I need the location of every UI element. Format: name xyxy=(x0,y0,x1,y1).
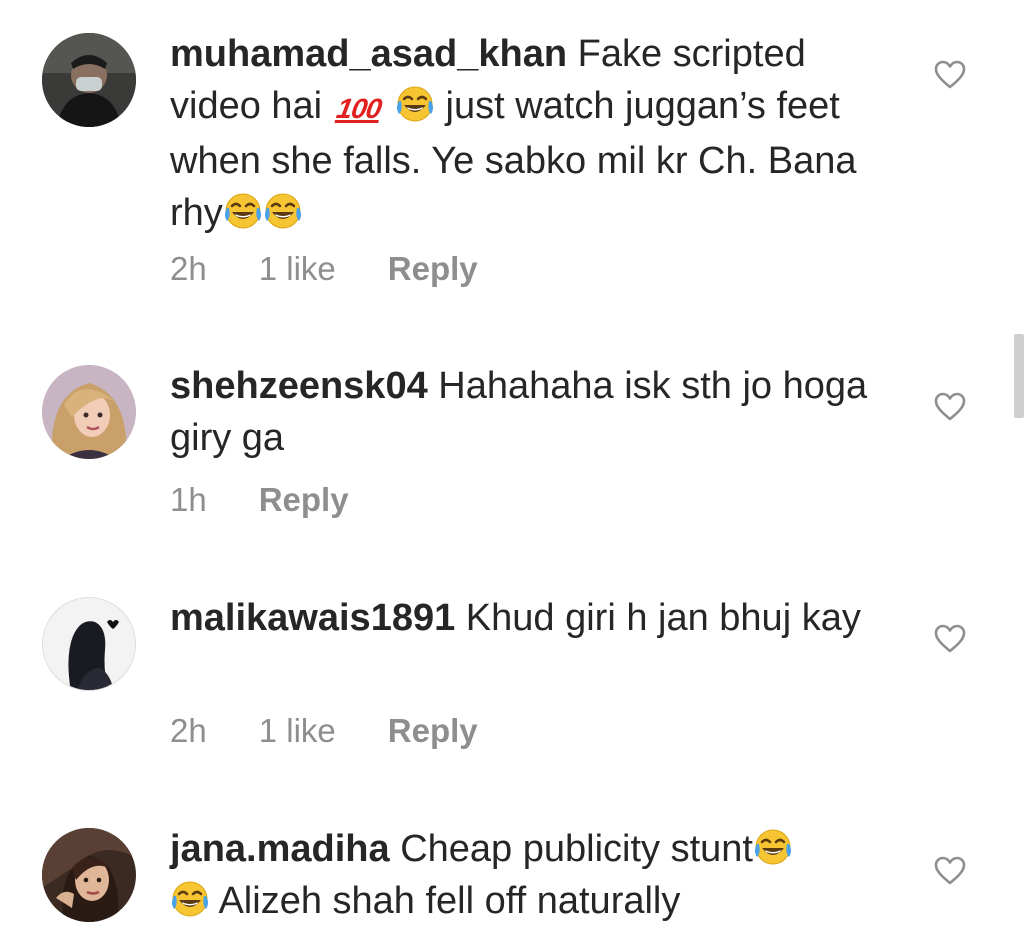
avatar[interactable] xyxy=(42,365,136,459)
comment-text: jana.madiha Cheap publicity stunt Alizeh… xyxy=(170,823,870,927)
comment-meta: 2h 1 like Reply xyxy=(170,712,530,750)
avatar[interactable] xyxy=(42,597,136,691)
heart-outline-icon[interactable] xyxy=(934,392,966,422)
heart-outline-icon[interactable] xyxy=(934,624,966,654)
heart-outline-icon[interactable] xyxy=(934,856,966,886)
joy-emoji xyxy=(753,827,793,867)
comment-body: Khud giri h jan bhuj kay xyxy=(455,597,861,639)
comment-time: 2h xyxy=(170,712,207,749)
comment-meta: 2h 1 like Reply xyxy=(170,250,530,288)
reply-button[interactable]: Reply xyxy=(388,712,478,750)
comment-likes[interactable]: 1 like xyxy=(259,250,336,288)
scrollbar[interactable] xyxy=(1014,334,1024,418)
joy-emoji xyxy=(170,879,210,919)
avatar[interactable] xyxy=(42,33,136,127)
comment-username[interactable]: malikawais1891 xyxy=(170,597,455,639)
comment-body: Cheap publicity stunt xyxy=(389,828,753,870)
joy-emoji xyxy=(263,191,303,231)
comment-username[interactable]: shehzeensk04 xyxy=(170,365,428,407)
comment-meta: 1h Reply xyxy=(170,481,401,519)
joy-emoji xyxy=(223,191,263,231)
comment-text: muhamad_asad_khan Fake scripted video ha… xyxy=(170,28,870,239)
comment-body-continued: Alizeh shah fell off naturally xyxy=(210,880,681,922)
comment-time: 2h xyxy=(170,250,207,287)
heart-outline-icon[interactable] xyxy=(934,60,966,90)
comment-likes[interactable]: 1 like xyxy=(259,712,336,750)
avatar[interactable] xyxy=(42,828,136,922)
hundred-points-emoji: 100 xyxy=(334,93,384,124)
reply-button[interactable]: Reply xyxy=(388,250,478,288)
comment-username[interactable]: muhamad_asad_khan xyxy=(170,33,567,75)
comment-text: shehzeensk04 Hahahaha isk sth jo hoga gi… xyxy=(170,360,870,464)
reply-button[interactable]: Reply xyxy=(259,481,349,519)
comment-text: malikawais1891 Khud giri h jan bhuj kay xyxy=(170,592,870,644)
comment-time: 1h xyxy=(170,481,207,518)
comment-username[interactable]: jana.madiha xyxy=(170,828,390,870)
joy-emoji xyxy=(395,84,435,124)
